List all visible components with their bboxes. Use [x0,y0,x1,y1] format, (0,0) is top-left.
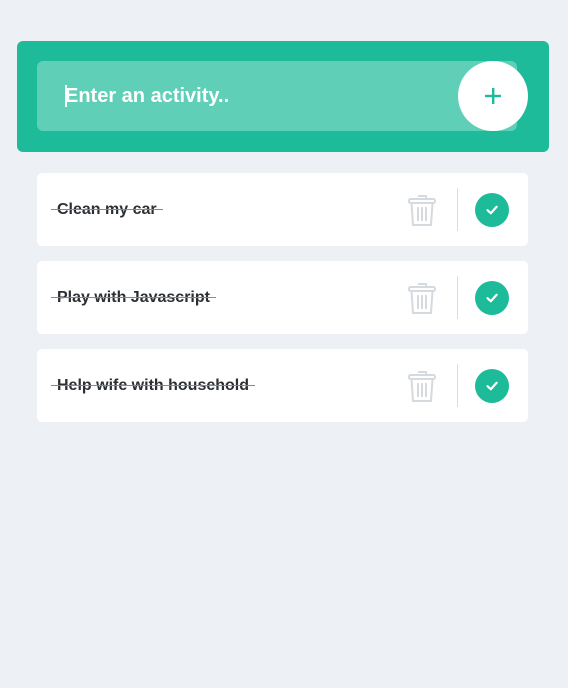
check-icon [486,205,498,215]
todo-text: Clean my car [51,173,163,246]
activity-input[interactable] [37,61,437,131]
todo-item: Help wife with household [37,349,528,422]
trash-icon [408,283,436,314]
trash-icon [408,371,436,402]
add-button[interactable] [458,61,528,131]
trash-icon [408,195,436,226]
check-icon [486,381,498,391]
complete-button[interactable] [475,369,509,403]
activity-input-wrapper [37,61,517,131]
complete-button[interactable] [475,281,509,315]
plus-icon [485,88,501,104]
todo-text: Help wife with household [51,349,255,422]
todo-list: Clean my car Play with Javascript Help w… [37,173,528,437]
complete-button[interactable] [475,193,509,227]
delete-button[interactable] [406,369,438,403]
delete-button[interactable] [406,193,438,227]
strikethrough-line [51,385,255,386]
action-divider [457,188,458,231]
delete-button[interactable] [406,281,438,315]
action-divider [457,364,458,407]
header [17,41,549,152]
todo-item: Clean my car [37,173,528,246]
todo-item: Play with Javascript [37,261,528,334]
strikethrough-line [51,297,216,298]
strikethrough-line [51,209,163,210]
check-icon [486,293,498,303]
action-divider [457,276,458,319]
todo-text: Play with Javascript [51,261,216,334]
text-caret [65,85,67,107]
